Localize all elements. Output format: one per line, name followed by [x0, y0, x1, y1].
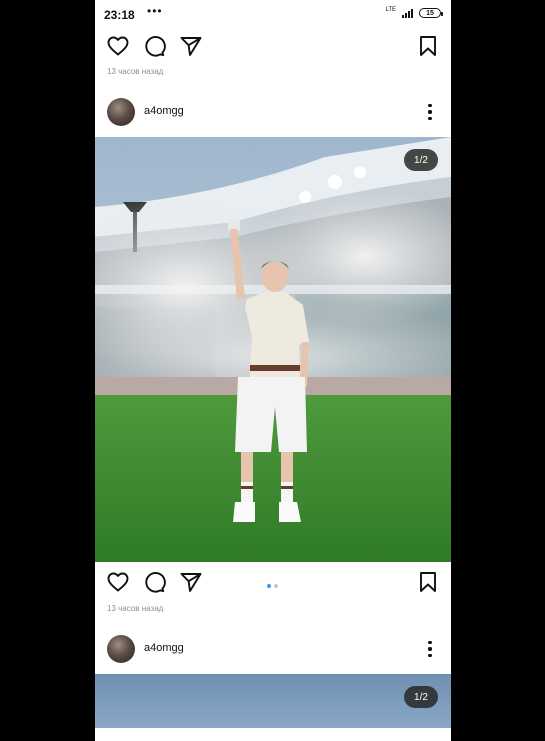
battery-icon: 15 [419, 8, 443, 18]
bookmark-icon[interactable] [416, 34, 440, 58]
post-header: a4omgg [95, 631, 451, 667]
post-actions [95, 567, 451, 597]
comment-icon[interactable] [142, 570, 166, 594]
username[interactable]: a4omgg [144, 105, 184, 117]
avatar[interactable] [107, 635, 135, 663]
carousel-dot-active [267, 584, 271, 588]
comment-icon[interactable] [142, 34, 166, 58]
battery-level: 15 [426, 9, 434, 17]
carousel-dot [274, 584, 278, 588]
avatar[interactable] [107, 98, 135, 126]
more-icon[interactable] [425, 638, 435, 660]
carousel-dots [267, 584, 278, 588]
carousel-counter: 1/2 [404, 686, 438, 708]
status-bar: 23:18 ••• LTE 15 [95, 0, 451, 30]
signal-icon [402, 8, 413, 18]
network-label: LTE [385, 7, 396, 13]
carousel-counter: 1/2 [404, 149, 438, 171]
more-icon[interactable] [425, 101, 435, 123]
heart-icon[interactable] [106, 34, 130, 58]
status-dots: ••• [147, 4, 163, 18]
post-actions-top [95, 31, 451, 61]
post-header: a4omgg [95, 94, 451, 130]
status-time: 23:18 [104, 8, 135, 22]
heart-icon[interactable] [106, 570, 130, 594]
share-icon[interactable] [179, 34, 203, 58]
share-icon[interactable] [179, 570, 203, 594]
bookmark-icon[interactable] [416, 570, 440, 594]
phone-screen: 23:18 ••• LTE 15 13 часов назад a4omgg 1… [95, 0, 451, 741]
status-right: LTE 15 [385, 7, 443, 18]
post-time-ago: 13 часов назад [107, 67, 164, 76]
post-photo[interactable]: 1/2 [95, 674, 451, 728]
post-time-ago: 13 часов назад [107, 604, 164, 613]
stadium-photo [95, 137, 451, 562]
username[interactable]: a4omgg [144, 642, 184, 654]
post-photo[interactable]: 1/2 [95, 137, 451, 562]
